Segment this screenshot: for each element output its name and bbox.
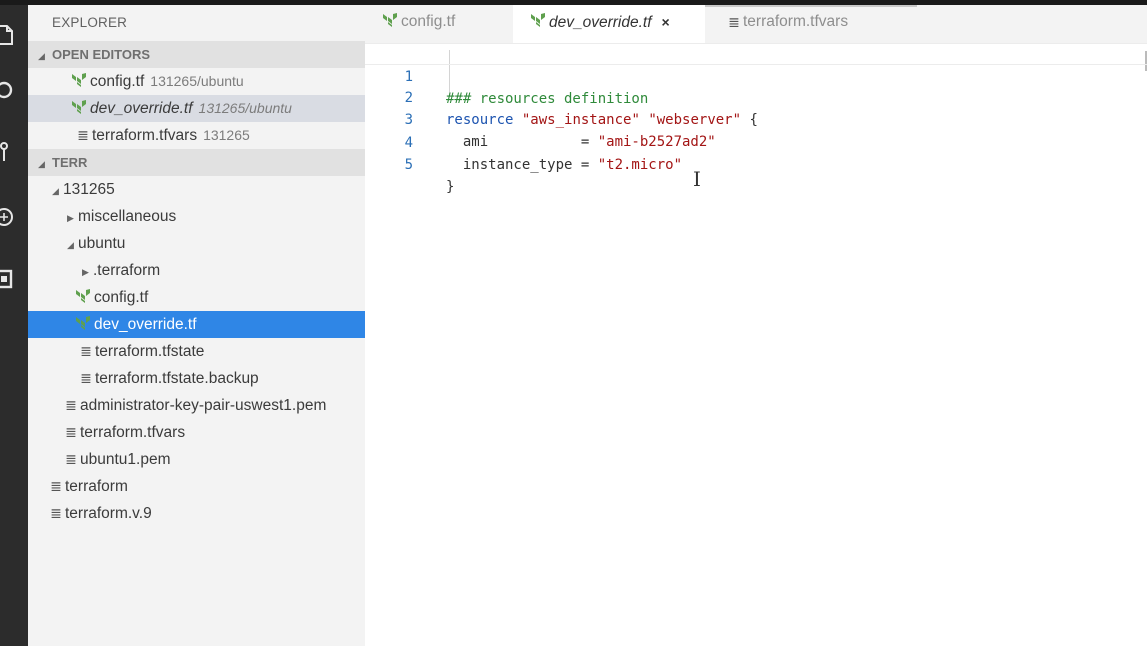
tree-file-dev-override-tf[interactable]: dev_override.tf [28,311,365,338]
tree-folder-131265[interactable]: ◢ 131265 [28,176,365,203]
lines-icon: ≣ [80,370,92,386]
lines-icon: ≣ [65,451,77,467]
chevron-down-icon: ◢ [52,186,59,196]
editor-area: config.tf dev_override.tf × ≣ terraform.tf… [365,5,1147,646]
code-line-2: 2 resource "aws_instance" "webserver" { [365,65,1147,128]
tree-file-terraform-tfstate-backup[interactable]: ≣ terraform.tfstate.backup [28,365,365,392]
lines-icon: ≣ [728,14,740,30]
text-cursor-icon: I [693,167,701,191]
code-line-5: 5 } [365,132,1147,195]
code-line-1: 1 ### resources definition [365,43,1147,107]
chevron-down-icon: ◢ [67,240,74,250]
tree-file-terraform-v9[interactable]: ≣ terraform.v.9 [28,500,365,527]
activity-bar [0,5,28,646]
chevron-right-icon: ▶ [67,213,74,223]
tree-file-admin-pem[interactable]: ≣ administrator-key-pair-uswest1.pem [28,392,365,419]
tree-file-terraform[interactable]: ≣ terraform [28,473,365,500]
lines-icon: ≣ [80,343,92,359]
source-control-icon[interactable] [0,141,14,165]
lines-icon: ≣ [77,127,89,143]
files-icon[interactable] [0,23,14,47]
open-editor-config-tf[interactable]: config.tf 131265/ubuntu [28,68,365,95]
terraform-icon [379,5,401,39]
tree-file-terraform-tfvars[interactable]: ≣ terraform.tfvars [28,419,365,446]
tab-dev-override-tf[interactable]: dev_override.tf × [513,5,705,43]
terraform-icon [72,284,94,311]
open-editor-dev-override-tf[interactable]: dev_override.tf 131265/ubuntu [28,95,365,122]
tree-folder-dot-terraform[interactable]: ▶ .terraform [28,257,365,284]
tab-terraform-tfvars[interactable]: ≣ terraform.tfvars [705,5,897,43]
lines-icon: ≣ [65,397,77,413]
tree-file-ubuntu1-pem[interactable]: ≣ ubuntu1.pem [28,446,365,473]
open-editor-terraform-tfvars[interactable]: ≣ terraform.tfvars 131265 [28,122,365,149]
terraform-icon [72,311,94,338]
tree-folder-ubuntu[interactable]: ◢ ubuntu [28,230,365,257]
code-line-3: 3 ami = "ami-b2527ad2" [365,87,1147,150]
lines-icon: ≣ [65,424,77,440]
close-icon[interactable]: × [662,14,670,30]
extensions-icon[interactable] [0,267,14,291]
debug-icon[interactable] [0,205,14,229]
tree-file-terraform-tfstate[interactable]: ≣ terraform.tfstate [28,338,365,365]
chevron-right-icon: ▶ [82,267,89,277]
terraform-icon [527,5,549,39]
tree-folder-miscellaneous[interactable]: ▶ miscellaneous [28,203,365,230]
explorer-title: EXPLORER [52,15,128,30]
search-icon[interactable] [0,79,14,103]
terraform-icon [68,95,90,122]
open-editors-header[interactable]: ◢ OPEN EDITORS [28,41,365,68]
code-editor[interactable]: 1 ### resources definition 2 resource "a… [365,43,1147,195]
tab-config-tf[interactable]: config.tf [365,5,513,43]
code-line-4: 4 instance_type = "t2.micro" [365,110,1147,173]
tab-bar: config.tf dev_override.tf × ≣ terraform.tf… [365,5,1147,43]
chevron-down-icon: ◢ [38,159,45,169]
explorer-sidebar: EXPLORER ◢ OPEN EDITORS config.tf 131265/u… [28,5,365,646]
chevron-down-icon: ◢ [38,51,45,61]
tree-file-config-tf[interactable]: config.tf [28,284,365,311]
terraform-icon [68,68,90,95]
lines-icon: ≣ [50,505,62,521]
folder-header-terr[interactable]: ◢ TERR [28,149,365,176]
line-number: 5 [404,156,413,173]
lines-icon: ≣ [50,478,62,494]
